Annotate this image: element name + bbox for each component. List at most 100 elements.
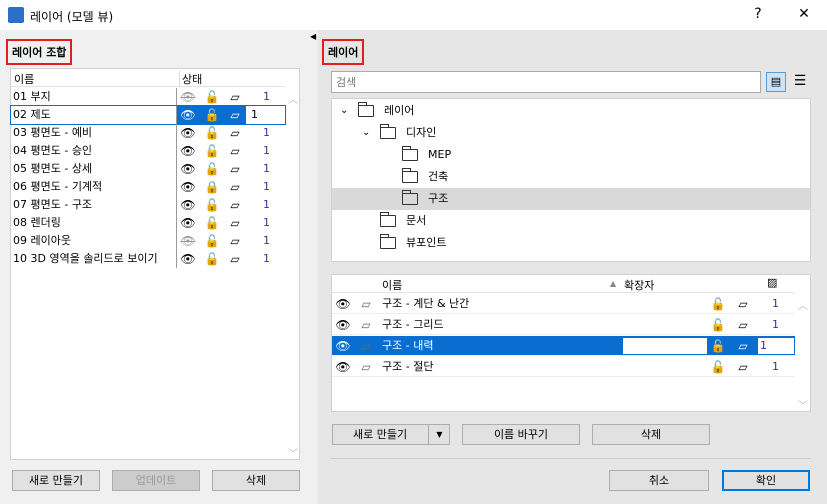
layer-row[interactable]: 👁 ▱ 구조 - 그리드 🔓 ▱ 1 bbox=[332, 315, 795, 335]
pen-number[interactable]: 1 bbox=[263, 160, 270, 178]
tree-node[interactable]: 건축 bbox=[332, 166, 810, 188]
eye-icon[interactable]: 👁 bbox=[180, 196, 196, 214]
col-extension[interactable]: 확장자 bbox=[624, 277, 654, 293]
pen-number[interactable]: 1 bbox=[772, 357, 779, 377]
ok-button[interactable]: 확인 bbox=[722, 470, 810, 491]
lock-open-icon[interactable]: 🔓 bbox=[204, 88, 220, 106]
pen-number[interactable]: 1 bbox=[263, 178, 270, 196]
col-name[interactable]: 이름 bbox=[14, 71, 34, 87]
lock-open-icon[interactable]: 🔓 bbox=[204, 250, 220, 268]
layer-combo-row[interactable]: 05 평면도 - 상세 👁 🔓 ▱ 1 bbox=[11, 160, 285, 178]
layer-box-icon[interactable]: ▱ bbox=[227, 106, 243, 124]
pen-number[interactable]: 1 bbox=[263, 196, 270, 214]
eye-icon[interactable]: 👁 bbox=[335, 336, 351, 356]
eye-icon[interactable]: 👁 bbox=[180, 178, 196, 196]
dropdown-arrow-icon[interactable]: ▼ bbox=[428, 425, 450, 444]
chevron-down-icon[interactable]: ⌄ bbox=[362, 122, 370, 144]
lock-open-icon[interactable]: 🔓 bbox=[710, 336, 726, 356]
close-button[interactable]: ✕ bbox=[794, 6, 814, 22]
eye-hidden-icon[interactable]: 👁 bbox=[180, 88, 196, 106]
tree-node[interactable]: ⌄ 레이어 bbox=[332, 100, 810, 122]
layer-combo-row[interactable]: 06 평면도 - 기계적 👁 🔒 ▱ 1 bbox=[11, 178, 285, 196]
lock-open-icon[interactable]: 🔓 bbox=[204, 232, 220, 250]
lock-open-icon[interactable]: 🔓 bbox=[710, 294, 726, 314]
tree-node[interactable]: ⌄ 디자인 bbox=[332, 122, 810, 144]
lock-closed-icon[interactable]: 🔒 bbox=[204, 178, 220, 196]
layer-box-icon[interactable]: ▱ bbox=[735, 357, 751, 377]
eye-icon[interactable]: 👁 bbox=[335, 294, 351, 314]
lock-open-icon[interactable]: 🔓 bbox=[204, 106, 220, 124]
col-status[interactable]: 상태 bbox=[179, 71, 202, 87]
pen-number[interactable]: 1 bbox=[263, 142, 270, 160]
delete-combo-button[interactable]: 삭제 bbox=[212, 470, 300, 491]
lock-open-icon[interactable]: 🔓 bbox=[204, 214, 220, 232]
pen-number[interactable]: 1 bbox=[758, 338, 794, 354]
delete-layer-button[interactable]: 삭제 bbox=[592, 424, 710, 445]
collapse-arrow[interactable]: ◀ bbox=[310, 32, 316, 41]
update-combo-button[interactable]: 업데이트 bbox=[112, 470, 200, 491]
layer-box-icon[interactable]: ▱ bbox=[227, 160, 243, 178]
layer-box-icon[interactable]: ▱ bbox=[227, 214, 243, 232]
chevron-down-icon[interactable]: ⌄ bbox=[340, 100, 348, 122]
eye-icon[interactable]: 👁 bbox=[180, 250, 196, 268]
eye-icon[interactable]: 👁 bbox=[180, 106, 196, 124]
layer-box-icon[interactable]: ▱ bbox=[227, 124, 243, 142]
cancel-button[interactable]: 취소 bbox=[609, 470, 709, 491]
new-layer-button[interactable]: 새로 만들기 ▼ bbox=[332, 424, 450, 445]
lock-open-icon[interactable]: 🔓 bbox=[204, 196, 220, 214]
col-name[interactable]: 이름 bbox=[382, 277, 402, 293]
layer-box-icon[interactable]: ▱ bbox=[735, 315, 751, 335]
layer-combo-row[interactable]: 01 부지 👁 🔓 ▱ 1 bbox=[11, 88, 285, 106]
layer-box-icon[interactable]: ▱ bbox=[227, 250, 243, 268]
layer-row[interactable]: 👁 ▱ 구조 - 계단 & 난간 🔓 ▱ 1 bbox=[332, 294, 795, 314]
eye-icon[interactable]: 👁 bbox=[180, 124, 196, 142]
pen-number[interactable]: 1 bbox=[263, 88, 270, 106]
tree-node[interactable]: 구조 bbox=[332, 188, 810, 210]
search-input[interactable] bbox=[331, 71, 761, 93]
lock-open-icon[interactable]: 🔓 bbox=[204, 160, 220, 178]
tree-node[interactable]: MEP bbox=[332, 144, 810, 166]
scroll-down[interactable]: ﹀ bbox=[286, 445, 300, 460]
pen-number[interactable]: 1 bbox=[263, 232, 270, 250]
pen-number[interactable]: 1 bbox=[772, 294, 779, 314]
help-button[interactable]: ? bbox=[748, 6, 768, 22]
layer-box-icon[interactable]: ▱ bbox=[227, 142, 243, 160]
scroll-up[interactable]: ︿ bbox=[286, 91, 300, 106]
scroll-up[interactable]: ︿ bbox=[796, 297, 810, 312]
new-combo-button[interactable]: 새로 만들기 bbox=[12, 470, 100, 491]
layer-combo-row[interactable]: 10 3D 영역을 솔리드로 보이기 👁 🔓 ▱ 1 bbox=[11, 250, 285, 268]
layer-combo-row[interactable]: 08 렌더링 👁 🔓 ▱ 1 bbox=[11, 214, 285, 232]
pen-number[interactable]: 1 bbox=[263, 250, 270, 268]
lock-open-icon[interactable]: 🔓 bbox=[204, 124, 220, 142]
layer-box-icon[interactable]: ▱ bbox=[227, 178, 243, 196]
eye-icon[interactable]: 👁 bbox=[180, 142, 196, 160]
layer-box-icon[interactable]: ▱ bbox=[227, 232, 243, 250]
layer-box-icon[interactable]: ▱ bbox=[227, 88, 243, 106]
rename-layer-button[interactable]: 이름 바꾸기 bbox=[462, 424, 580, 445]
layer-combo-row[interactable]: 04 평면도 - 승인 👁 🔓 ▱ 1 bbox=[11, 142, 285, 160]
layer-box-icon[interactable]: ▱ bbox=[735, 336, 751, 356]
pen-number[interactable]: 1 bbox=[772, 315, 779, 335]
layer-combo-row[interactable]: 07 평면도 - 구조 👁 🔓 ▱ 1 bbox=[11, 196, 285, 214]
layer-box-icon[interactable]: ▱ bbox=[735, 294, 751, 314]
layer-combo-row[interactable]: 03 평면도 - 예비 👁 🔓 ▱ 1 bbox=[11, 124, 285, 142]
eye-hidden-icon[interactable]: 👁 bbox=[180, 232, 196, 250]
pen-hatch-icon[interactable]: ▨ bbox=[767, 276, 777, 289]
layer-row[interactable]: 👁 ▱ 구조 - 내력 🔓 ▱ 1 bbox=[332, 336, 795, 356]
layer-row[interactable]: 👁 ▱ 구조 - 절단 🔓 ▱ 1 bbox=[332, 357, 795, 377]
pen-number[interactable]: 1 bbox=[263, 124, 270, 142]
layer-combo-row[interactable]: 02 제도 👁 🔓 ▱ 1 bbox=[10, 105, 286, 125]
extension-field[interactable] bbox=[623, 338, 707, 354]
lock-open-icon[interactable]: 🔓 bbox=[710, 357, 726, 377]
eye-icon[interactable]: 👁 bbox=[180, 160, 196, 178]
pen-number[interactable]: 1 bbox=[263, 214, 270, 232]
layer-box-icon[interactable]: ▱ bbox=[227, 196, 243, 214]
lock-open-icon[interactable]: 🔓 bbox=[710, 315, 726, 335]
eye-icon[interactable]: 👁 bbox=[335, 357, 351, 377]
layer-combo-row[interactable]: 09 레이아웃 👁 🔓 ▱ 1 bbox=[11, 232, 285, 250]
list-view-button[interactable]: ☰ bbox=[790, 72, 810, 92]
tree-node[interactable]: 문서 bbox=[332, 210, 810, 232]
tree-node[interactable]: 뷰포인트 bbox=[332, 232, 810, 254]
eye-icon[interactable]: 👁 bbox=[335, 315, 351, 335]
eye-icon[interactable]: 👁 bbox=[180, 214, 196, 232]
